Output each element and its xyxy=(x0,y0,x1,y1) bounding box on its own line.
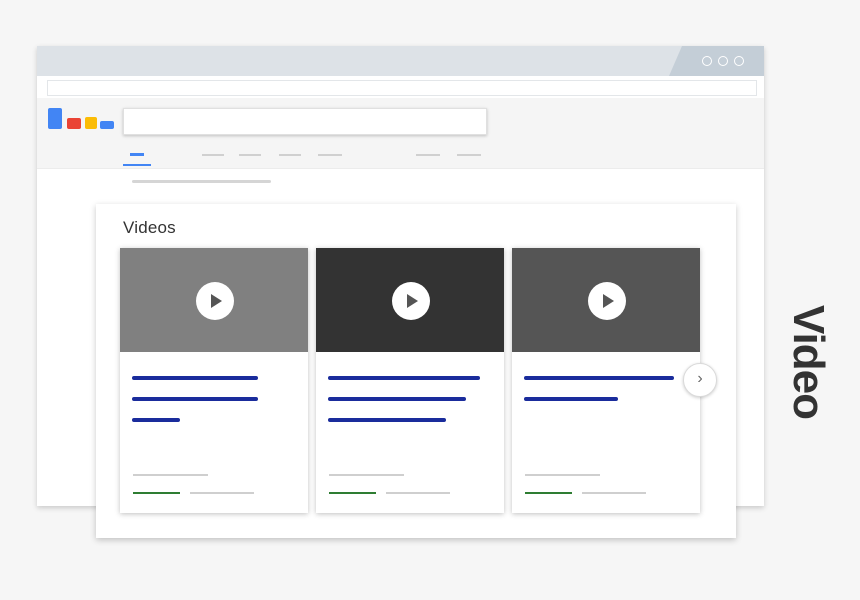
active-tab-indicator xyxy=(123,164,151,166)
video-thumbnail[interactable] xyxy=(120,248,308,352)
tab-all[interactable] xyxy=(130,153,144,156)
title-bar xyxy=(37,46,764,76)
video-title-line[interactable] xyxy=(328,418,446,422)
logo-block-blue xyxy=(48,108,62,129)
video-title-line[interactable] xyxy=(132,418,180,422)
video-title-line[interactable] xyxy=(328,397,466,401)
video-title-line[interactable] xyxy=(132,376,258,380)
window-controls xyxy=(669,46,764,76)
video-title-line[interactable] xyxy=(524,397,618,401)
video-panel: Videos › xyxy=(96,204,736,538)
result-stats xyxy=(132,180,271,183)
video-card[interactable] xyxy=(512,248,700,513)
window-control-icon[interactable] xyxy=(702,56,712,66)
video-title-line[interactable] xyxy=(524,376,674,380)
play-icon[interactable] xyxy=(392,282,430,320)
tab-settings[interactable] xyxy=(457,154,481,156)
video-thumbnail[interactable] xyxy=(512,248,700,352)
tab-5[interactable] xyxy=(318,154,342,156)
video-title-line[interactable] xyxy=(132,397,258,401)
tab-2[interactable] xyxy=(202,154,224,156)
video-card[interactable] xyxy=(316,248,504,513)
search-header xyxy=(37,98,764,169)
video-url-line xyxy=(525,492,572,494)
tab-tools[interactable] xyxy=(416,154,440,156)
video-thumbnail[interactable] xyxy=(316,248,504,352)
tab-4[interactable] xyxy=(279,154,301,156)
play-icon[interactable] xyxy=(588,282,626,320)
video-date-line xyxy=(582,492,646,494)
tab-3[interactable] xyxy=(239,154,261,156)
video-source-line xyxy=(525,474,600,476)
video-date-line xyxy=(386,492,450,494)
video-url-line xyxy=(133,492,180,494)
chevron-right-icon: › xyxy=(697,370,703,387)
window-control-icon[interactable] xyxy=(734,56,744,66)
logo-block-blue-small xyxy=(100,121,114,129)
search-input[interactable] xyxy=(123,108,487,135)
video-title-line[interactable] xyxy=(328,376,480,380)
next-button[interactable]: › xyxy=(683,363,717,397)
video-url-line xyxy=(329,492,376,494)
panel-title: Videos xyxy=(123,218,176,237)
video-source-line xyxy=(133,474,208,476)
video-source-line xyxy=(329,474,404,476)
address-bar[interactable] xyxy=(47,80,757,96)
video-date-line xyxy=(190,492,254,494)
play-icon[interactable] xyxy=(196,282,234,320)
video-card[interactable] xyxy=(120,248,308,513)
logo-block-yellow xyxy=(85,117,97,129)
window-control-icon[interactable] xyxy=(718,56,728,66)
logo-block-red xyxy=(67,118,81,129)
side-label: Video xyxy=(784,304,833,420)
